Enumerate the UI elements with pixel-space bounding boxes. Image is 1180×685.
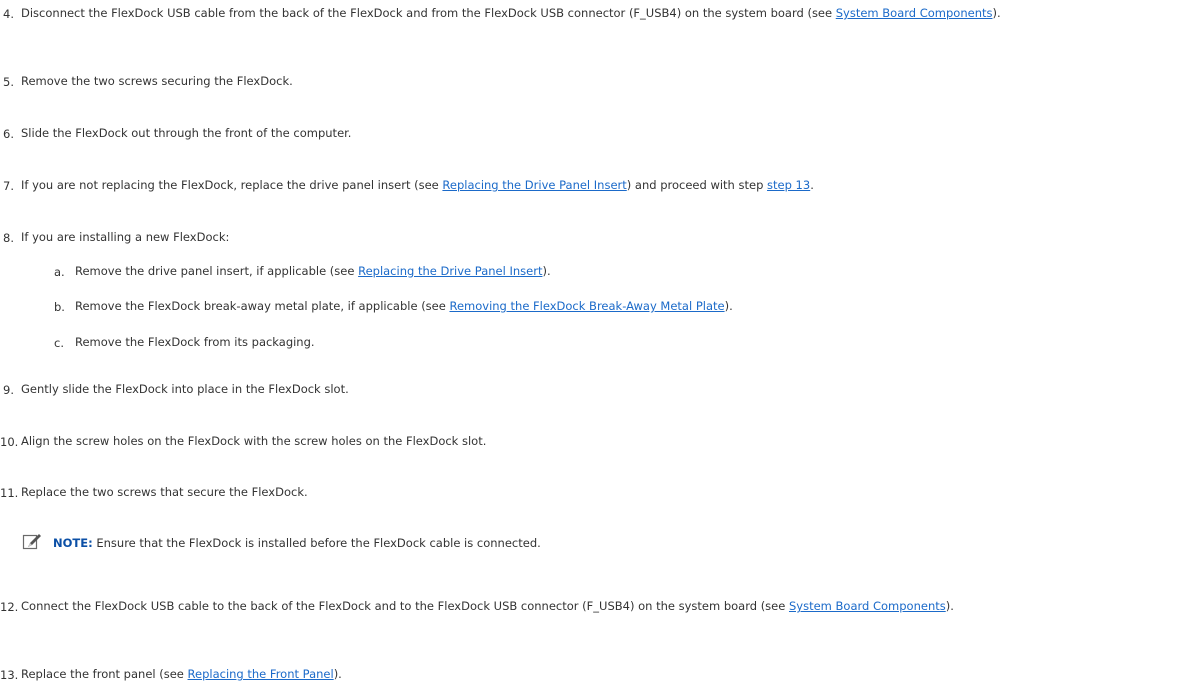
step-text-part: ). bbox=[333, 667, 342, 681]
step-text: If you are installing a new FlexDock: bbox=[21, 230, 230, 244]
substep-letter: b. bbox=[54, 300, 65, 314]
step-number: 8. bbox=[3, 231, 14, 245]
link-system-board-components[interactable]: System Board Components bbox=[836, 6, 993, 20]
step-text: Slide the FlexDock out through the front… bbox=[21, 126, 352, 140]
step-number: 11. bbox=[0, 486, 19, 500]
step-text-part: Connect the FlexDock USB cable to the ba… bbox=[21, 599, 789, 613]
step-text-part: ) and proceed with step bbox=[626, 178, 768, 192]
step-number: 13. bbox=[0, 668, 19, 682]
substep-text: Remove the FlexDock break-away metal pla… bbox=[75, 300, 1175, 312]
step-text: Connect the FlexDock USB cable to the ba… bbox=[21, 600, 1179, 612]
substep-letter: a. bbox=[54, 265, 65, 279]
substep-text-part: Remove the FlexDock break-away metal pla… bbox=[75, 299, 450, 313]
link-replacing-front-panel[interactable]: Replacing the Front Panel bbox=[188, 667, 334, 681]
substep-letter: c. bbox=[54, 336, 64, 350]
step-text: Replace the front panel (see Replacing t… bbox=[21, 668, 1179, 680]
substep-text-part: ). bbox=[542, 264, 551, 278]
step-text-part: Disconnect the FlexDock USB cable from t… bbox=[21, 6, 836, 20]
link-replacing-drive-panel-insert[interactable]: Replacing the Drive Panel Insert bbox=[358, 264, 542, 278]
step-number: 4. bbox=[3, 7, 14, 21]
step-text-part: ). bbox=[992, 6, 1001, 20]
link-replacing-drive-panel-insert[interactable]: Replacing the Drive Panel Insert bbox=[442, 178, 626, 192]
step-text-part: Replace the front panel (see bbox=[21, 667, 188, 681]
substep-text-part: Remove the drive panel insert, if applic… bbox=[75, 264, 359, 278]
step-text: Gently slide the FlexDock into place in … bbox=[21, 382, 349, 396]
pencil-note-icon bbox=[22, 533, 42, 551]
step-number: 5. bbox=[3, 75, 14, 89]
substep-text: Remove the FlexDock from its packaging. bbox=[75, 335, 315, 349]
substep-text-part: ). bbox=[724, 299, 733, 313]
step-text-part: ). bbox=[945, 599, 954, 613]
link-system-board-components[interactable]: System Board Components bbox=[789, 599, 946, 613]
note-text: NOTE: Ensure that the FlexDock is instal… bbox=[53, 537, 541, 549]
step-text: If you are not replacing the FlexDock, r… bbox=[21, 179, 1179, 191]
step-text: Align the screw holes on the FlexDock wi… bbox=[21, 434, 487, 448]
step-text: Disconnect the FlexDock USB cable from t… bbox=[21, 7, 1179, 19]
step-number: 7. bbox=[3, 179, 14, 193]
substep-text: Remove the drive panel insert, if applic… bbox=[75, 265, 1175, 277]
note-box: NOTE: Ensure that the FlexDock is instal… bbox=[22, 533, 1172, 551]
step-text: Replace the two screws that secure the F… bbox=[21, 485, 308, 499]
step-text-part: If you are not replacing the FlexDock, r… bbox=[21, 178, 443, 192]
link-step-13[interactable]: step 13 bbox=[767, 178, 810, 192]
step-number: 9. bbox=[3, 383, 14, 397]
link-removing-break-away-metal-plate[interactable]: Removing the FlexDock Break-Away Metal P… bbox=[449, 299, 724, 313]
step-text-part: . bbox=[810, 178, 814, 192]
step-number: 10. bbox=[0, 435, 19, 449]
note-body: Ensure that the FlexDock is installed be… bbox=[92, 536, 541, 550]
step-number: 12. bbox=[0, 600, 19, 614]
note-label: NOTE: bbox=[53, 536, 93, 550]
step-number: 6. bbox=[3, 127, 14, 141]
step-text: Remove the two screws securing the FlexD… bbox=[21, 74, 293, 88]
